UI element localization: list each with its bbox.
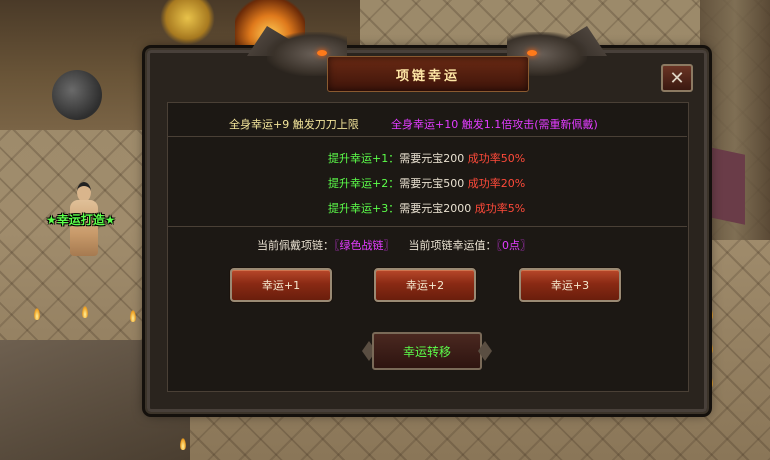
button-label: 幸运+2 [405,279,445,292]
button-label: 幸运+1 [261,279,301,292]
upgrade-rate: 成功率20% [467,177,526,190]
current-luck-label: 当前项链幸运值： [408,239,497,252]
torch-icon [130,310,136,322]
npc-name-label: ★幸运打造★ [46,213,116,227]
close-x-icon: ✕ [669,67,685,89]
luck-plus-2-button[interactable]: 幸运+2 [374,268,476,302]
dialog-title-plate: 项链幸运 [327,56,529,92]
luck-transfer-button[interactable]: 幸运转移 [362,328,492,374]
button-label: 幸运+3 [550,279,590,292]
upgrade-row: 提升幸运+2：需要元宝500 成功率20% [328,175,525,191]
close-button[interactable]: ✕ [661,64,693,92]
upgrade-label: 提升幸运+1： [328,152,400,165]
upgrade-cost: 需要元宝200 [399,152,465,165]
npc-robe [70,200,98,256]
info-right-text: 全身幸运+10 触发1.1倍攻击(需重新佩戴) [391,118,598,131]
upgrade-rate: 成功率5% [474,202,526,215]
golden-statue [160,0,215,45]
torch-icon [34,308,40,320]
current-status-row: 当前佩戴项链：〖绿色战链〗 当前项链幸运值：〖0点〗 [257,237,531,253]
upgrade-label: 提升幸运+3： [328,202,400,215]
torch-icon [82,306,88,318]
upgrade-rate: 成功率50% [467,152,526,165]
upgrade-label: 提升幸运+2： [328,177,400,190]
necklace-luck-dialog: 项链幸运 ✕ 全身幸运+9 触发刀刀上限 全身幸运+10 触发1.1倍攻击(需重… [145,26,709,414]
info-left-text: 全身幸运+9 触发刀刀上限 [229,118,359,131]
barrel [52,70,102,120]
current-necklace-label: 当前佩戴项链： [257,239,334,252]
dialog-title: 项链幸运 [395,68,460,84]
divider [167,136,687,137]
divider [167,226,687,227]
current-necklace-value: 〖绿色战链〗 [334,239,395,252]
torch-icon [180,438,186,450]
upgrade-cost: 需要元宝2000 [399,202,472,215]
current-luck-value: 〖0点〗 [496,239,532,252]
luck-plus-3-button[interactable]: 幸运+3 [519,268,621,302]
luck-plus-1-button[interactable]: 幸运+1 [230,268,332,302]
upgrade-row: 提升幸运+3：需要元宝2000 成功率5% [328,200,525,216]
upgrade-row: 提升幸运+1：需要元宝200 成功率50% [328,150,525,166]
upgrade-cost: 需要元宝500 [399,177,465,190]
npc-head [77,182,91,202]
transfer-button-label: 幸运转移 [402,344,451,359]
